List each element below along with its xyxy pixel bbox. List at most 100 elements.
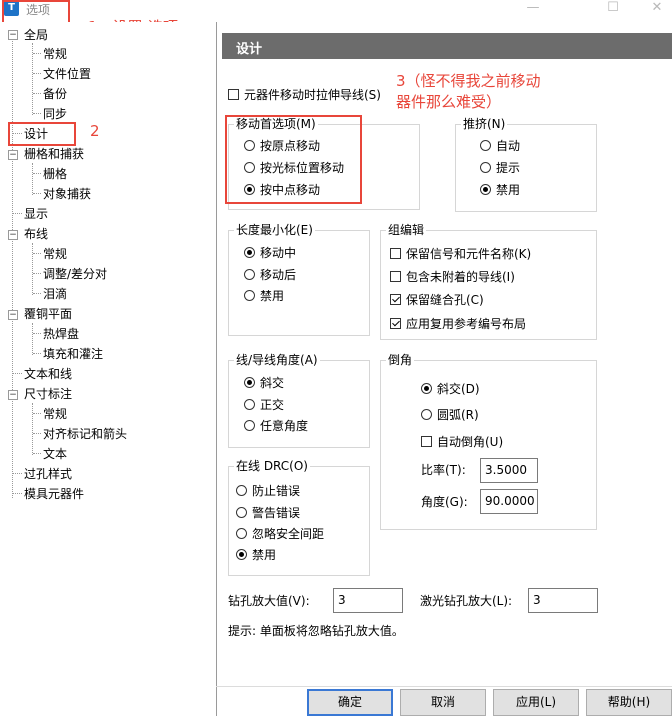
tree-item-global-general[interactable]: 常规	[43, 44, 67, 64]
tree-line	[33, 173, 41, 174]
drc-prevent-errors-radio[interactable]: 防止错误	[236, 482, 300, 500]
collapse-icon[interactable]: −	[8, 30, 18, 40]
tree-item-backup[interactable]: 备份	[43, 84, 67, 104]
angle-input[interactable]: 90.0000	[480, 489, 538, 514]
drc-disabled-radio[interactable]: 禁用	[236, 546, 276, 564]
push-group	[455, 124, 597, 212]
annotation-note-2: 2	[90, 122, 100, 140]
tree-line	[13, 473, 22, 474]
tree-line	[13, 373, 22, 374]
apply-button[interactable]: 应用(L)	[493, 689, 579, 716]
length-min-title: 长度最小化(E)	[234, 223, 315, 237]
tree-line	[33, 273, 41, 274]
tree-item-alignment-arrows[interactable]: 对齐标记和箭头	[43, 424, 127, 444]
push-prompt-radio[interactable]: 提示	[480, 159, 520, 177]
minimize-button[interactable]: —	[518, 0, 548, 18]
tree-item-thermals[interactable]: 热焊盘	[43, 324, 79, 344]
tree-item-dim-general[interactable]: 常规	[43, 404, 67, 424]
maximize-button[interactable]: ☐	[598, 0, 628, 18]
angle-diagonal-radio[interactable]: 斜交	[244, 374, 284, 392]
tree-item-object-snap[interactable]: 对象捕获	[43, 184, 91, 204]
tree-line	[33, 73, 41, 74]
collapse-icon[interactable]: −	[8, 310, 18, 320]
laser-oversize-input[interactable]: 3	[528, 588, 598, 613]
angle-label: 角度(G):	[421, 495, 468, 509]
laser-oversize-label: 激光钻孔放大(L):	[420, 594, 513, 608]
apply-reuse-refdes-checkbox[interactable]: 应用复用参考编号布局	[390, 315, 526, 333]
line-angle-title: 线/导线角度(A)	[234, 353, 320, 367]
angle-any-radio[interactable]: 任意角度	[244, 417, 308, 435]
checkbox-icon	[228, 89, 239, 100]
length-min-moving-radio[interactable]: 移动中	[244, 244, 296, 262]
cancel-button[interactable]: 取消	[400, 689, 486, 716]
tree-item-dim-text[interactable]: 文本	[43, 444, 67, 464]
push-title: 推挤(N)	[461, 117, 508, 131]
drc-ignore-clearance-radio[interactable]: 忽略安全间距	[236, 525, 324, 543]
tree-line	[32, 163, 33, 195]
tree-line	[33, 93, 41, 94]
collapse-icon[interactable]: −	[8, 230, 18, 240]
keep-stitching-vias-checkbox[interactable]: 保留缝合孔(C)	[390, 291, 484, 309]
tree-item-file-locations[interactable]: 文件位置	[43, 64, 91, 84]
group-edit-title: 组编辑	[386, 223, 427, 237]
angle-orthogonal-radio[interactable]: 正交	[244, 396, 284, 414]
drc-warn-errors-radio[interactable]: 警告错误	[236, 504, 300, 522]
push-disabled-radio[interactable]: 禁用	[480, 181, 520, 199]
annotation-box-move-pref	[225, 115, 362, 204]
tree-item-routing[interactable]: 布线	[24, 224, 48, 244]
chamfer-arc-radio[interactable]: 圆弧(R)	[421, 406, 479, 424]
chamfer-diagonal-radio[interactable]: 斜交(D)	[421, 380, 480, 398]
panel-title: 设计	[236, 42, 263, 57]
auto-chamfer-checkbox[interactable]: 自动倒角(U)	[421, 433, 503, 451]
online-drc-title: 在线 DRC(O)	[234, 459, 310, 473]
ratio-label: 比率(T):	[421, 463, 466, 477]
tree-item-die-component[interactable]: 模具元器件	[24, 484, 84, 504]
tree-line	[33, 453, 41, 454]
tree-item-fill-flood[interactable]: 填充和灌注	[43, 344, 103, 364]
tree-line	[12, 38, 13, 498]
length-min-disabled-radio[interactable]: 禁用	[244, 287, 284, 305]
tree-item-display[interactable]: 显示	[24, 204, 48, 224]
tree-item-grid[interactable]: 栅格	[43, 164, 67, 184]
divider	[216, 686, 672, 687]
tree-item-tuning-diffpair[interactable]: 调整/差分对	[43, 264, 107, 284]
tree-item-text-lines[interactable]: 文本和线	[24, 364, 72, 384]
ok-button[interactable]: 确定	[307, 689, 393, 716]
tree-line	[32, 323, 33, 355]
tree-item-dimensioning[interactable]: 尺寸标注	[24, 384, 72, 404]
tree-item-routing-general[interactable]: 常规	[43, 244, 67, 264]
tree-line	[13, 493, 22, 494]
keep-signal-names-checkbox[interactable]: 保留信号和元件名称(K)	[390, 245, 531, 263]
ratio-input[interactable]: 3.5000	[480, 458, 538, 483]
tree-line	[33, 433, 41, 434]
stretch-traces-checkbox[interactable]: 元器件移动时拉伸导线(S)	[228, 86, 381, 104]
drill-oversize-label: 钻孔放大值(V):	[228, 594, 310, 608]
panel-header	[222, 33, 672, 59]
tree-line	[33, 193, 41, 194]
tree-line	[13, 213, 22, 214]
help-button[interactable]: 帮助(H)	[586, 689, 672, 716]
chamfer-title: 倒角	[386, 353, 415, 367]
drill-oversize-input[interactable]: 3	[333, 588, 403, 613]
tree-item-sync[interactable]: 同步	[43, 104, 67, 124]
collapse-icon[interactable]: −	[8, 390, 18, 400]
tree-item-copper-pour[interactable]: 覆铜平面	[24, 304, 72, 324]
annotation-box-design	[8, 122, 76, 146]
annotation-note-3-line1: 3（怪不得我之前移动	[396, 72, 541, 90]
tree-item-via-patterns[interactable]: 过孔样式	[24, 464, 72, 484]
close-button[interactable]: ✕	[642, 0, 672, 18]
tree-line	[33, 253, 41, 254]
tree-item-grid-snap[interactable]: 栅格和捕获	[24, 144, 84, 164]
tree-line	[33, 293, 41, 294]
length-min-after-radio[interactable]: 移动后	[244, 266, 296, 284]
tree-line	[33, 413, 41, 414]
tree-item-global[interactable]: 全局	[24, 25, 48, 45]
stretch-traces-label: 元器件移动时拉伸导线(S)	[244, 88, 381, 102]
include-unattached-traces-checkbox[interactable]: 包含未附着的导线(I)	[390, 268, 515, 286]
hint-text: 提示: 单面板将忽略钻孔放大值。	[228, 624, 404, 638]
push-auto-radio[interactable]: 自动	[480, 137, 520, 155]
annotation-note-3-line2: 器件那么难受）	[396, 93, 502, 111]
collapse-icon[interactable]: −	[8, 150, 18, 160]
tree-line	[33, 53, 41, 54]
tree-item-teardrops[interactable]: 泪滴	[43, 284, 67, 304]
